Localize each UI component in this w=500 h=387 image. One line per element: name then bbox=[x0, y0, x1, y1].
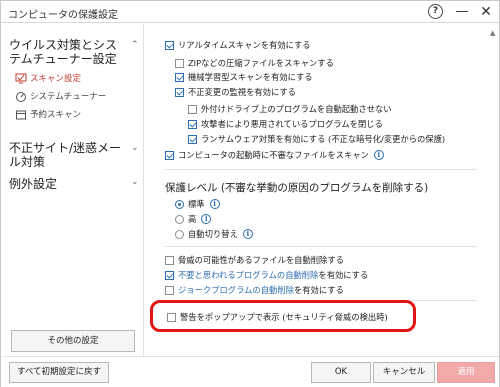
joke-programs-link[interactable]: ジョークプログラムの自動削除 bbox=[178, 284, 294, 296]
close-icon[interactable]: ✕ bbox=[478, 4, 494, 20]
zip-scan-option[interactable]: ZIPなどの圧縮ファイルをスキャンする bbox=[175, 57, 334, 69]
ok-button[interactable]: OK bbox=[311, 362, 371, 383]
option-label: ZIPなどの圧縮ファイルをスキャンする bbox=[188, 58, 334, 68]
level-high-radio[interactable] bbox=[175, 214, 184, 224]
chevron-down-icon[interactable]: ⌄ bbox=[131, 143, 139, 153]
close-exploited-option[interactable]: 攻撃者により悪用されているプログラムを閉じる bbox=[188, 118, 383, 130]
auto-delete-joke-option[interactable]: ジョークプログラムの自動削除 を有効にする bbox=[165, 284, 344, 296]
gauge-icon bbox=[16, 91, 26, 102]
level-auto-radio[interactable] bbox=[175, 229, 184, 239]
info-icon[interactable]: i bbox=[373, 150, 384, 160]
auto-delete-threat-option[interactable]: 脅威の可能性があるファイルを自動削除する bbox=[165, 254, 344, 266]
option-label: 脅威の可能性があるファイルを自動削除する bbox=[178, 255, 344, 265]
sidebar-item-scan-settings[interactable]: スキャン設定 bbox=[15, 72, 81, 84]
minimize-icon[interactable]: — bbox=[454, 4, 470, 20]
option-label: を有効にする bbox=[318, 270, 369, 280]
divider bbox=[165, 169, 477, 170]
cancel-button[interactable]: キャンセル bbox=[373, 362, 435, 383]
chevron-up-icon[interactable]: ⌃ bbox=[131, 40, 139, 50]
footer: すべて初期設定に戻す OK キャンセル 適用 bbox=[1, 356, 499, 387]
help-icon[interactable]: ? bbox=[428, 4, 443, 19]
reset-defaults-button[interactable]: すべて初期設定に戻す bbox=[9, 362, 109, 383]
ransomware-checkbox[interactable] bbox=[188, 134, 197, 144]
other-settings-button[interactable]: その他の設定 bbox=[11, 330, 135, 352]
chevron-down-icon[interactable]: ⌄ bbox=[131, 177, 139, 187]
highlight-annotation bbox=[150, 300, 416, 332]
option-label: 標準 bbox=[188, 199, 205, 209]
option-label: 機械学習型スキャンを有効にする bbox=[188, 72, 313, 82]
sidebar-item-label: 予約スキャン bbox=[30, 110, 82, 120]
sidebar-item-label: システムチューナー bbox=[30, 92, 107, 102]
sidebar-item-scheduled-scan[interactable]: 予約スキャン bbox=[15, 108, 81, 120]
startup-scan-option[interactable]: コンピュータの起動時に不審なファイルをスキャン i bbox=[165, 149, 384, 161]
close-exploited-checkbox[interactable] bbox=[188, 119, 197, 129]
ml-scan-checkbox[interactable] bbox=[175, 72, 184, 82]
sidebar-section-web-threat[interactable]: 不正サイト/迷惑メール対策 bbox=[9, 141, 129, 169]
option-label: を有効にする bbox=[293, 285, 344, 295]
info-icon[interactable]: i bbox=[201, 214, 212, 224]
level-standard-option[interactable]: 標準 i bbox=[175, 198, 220, 210]
sidebar-item-label: スキャン設定 bbox=[30, 74, 82, 84]
external-drive-checkbox[interactable] bbox=[188, 104, 197, 114]
window-title: コンピュータの保護設定 bbox=[8, 10, 118, 21]
sidebar: ウイルス対策とシステムチューナー設定 ⌃ スキャン設定 システムチューナー 予約… bbox=[1, 24, 144, 356]
level-standard-radio[interactable] bbox=[175, 199, 184, 209]
level-auto-option[interactable]: 自動切り替え i bbox=[175, 228, 253, 240]
scan-settings-icon bbox=[15, 73, 27, 83]
unwanted-programs-link[interactable]: 不要と思われるプログラムの自動削除 bbox=[178, 269, 318, 281]
option-label: ランサムウェア対策を有効にする (不正な暗号化/変更からの保護) bbox=[201, 134, 446, 144]
info-icon[interactable]: i bbox=[209, 199, 220, 209]
title-bar: コンピュータの保護設定 ? — ✕ bbox=[1, 1, 499, 23]
scroll-up-icon[interactable]: ▲ bbox=[490, 29, 495, 37]
option-label: 自動切り替え bbox=[188, 229, 238, 239]
option-label: コンピュータの起動時に不審なファイルをスキャン bbox=[178, 150, 369, 160]
auto-delete-joke-checkbox[interactable] bbox=[165, 285, 174, 295]
auto-delete-unwanted-checkbox[interactable] bbox=[165, 270, 174, 280]
external-drive-option[interactable]: 外付けドライブ上のプログラムを自動起動させない bbox=[188, 103, 392, 115]
realtime-scan-checkbox[interactable] bbox=[165, 40, 174, 50]
calendar-icon bbox=[16, 110, 26, 119]
ransomware-option[interactable]: ランサムウェア対策を有効にする (不正な暗号化/変更からの保護) bbox=[188, 133, 445, 145]
option-label: 攻撃者により悪用されているプログラムを閉じる bbox=[201, 119, 383, 129]
realtime-scan-option[interactable]: リアルタイムスキャンを有効にする bbox=[165, 39, 311, 51]
divider bbox=[165, 246, 477, 247]
tamper-monitor-checkbox[interactable] bbox=[175, 87, 184, 97]
sidebar-item-system-tuner[interactable]: システムチューナー bbox=[15, 90, 106, 102]
option-label: 高 bbox=[188, 214, 197, 224]
auto-delete-threat-checkbox[interactable] bbox=[165, 255, 174, 265]
sidebar-section-exceptions[interactable]: 例外設定 bbox=[9, 177, 57, 191]
option-label: リアルタイムスキャンを有効にする bbox=[178, 40, 311, 50]
ml-scan-option[interactable]: 機械学習型スキャンを有効にする bbox=[175, 71, 313, 83]
option-label: 外付けドライブ上のプログラムを自動起動させない bbox=[201, 104, 392, 114]
protection-level-heading: 保護レベル (不審な挙動の原因のプログラムを削除する) bbox=[165, 182, 429, 194]
startup-scan-checkbox[interactable] bbox=[165, 150, 174, 160]
sidebar-section-antivirus[interactable]: ウイルス対策とシステムチューナー設定 bbox=[9, 38, 129, 66]
tamper-monitor-option[interactable]: 不正変更の監視を有効にする bbox=[175, 86, 296, 98]
auto-delete-unwanted-option[interactable]: 不要と思われるプログラムの自動削除 を有効にする bbox=[165, 269, 368, 281]
protection-settings-window: コンピュータの保護設定 ? — ✕ ウイルス対策とシステムチューナー設定 ⌃ ス… bbox=[0, 0, 500, 387]
zip-scan-checkbox[interactable] bbox=[175, 58, 184, 68]
info-icon[interactable]: i bbox=[242, 229, 253, 239]
scrollbar[interactable] bbox=[487, 24, 499, 356]
option-label: 不正変更の監視を有効にする bbox=[188, 87, 296, 97]
level-high-option[interactable]: 高 i bbox=[175, 213, 212, 225]
apply-button[interactable]: 適用 bbox=[437, 362, 495, 383]
